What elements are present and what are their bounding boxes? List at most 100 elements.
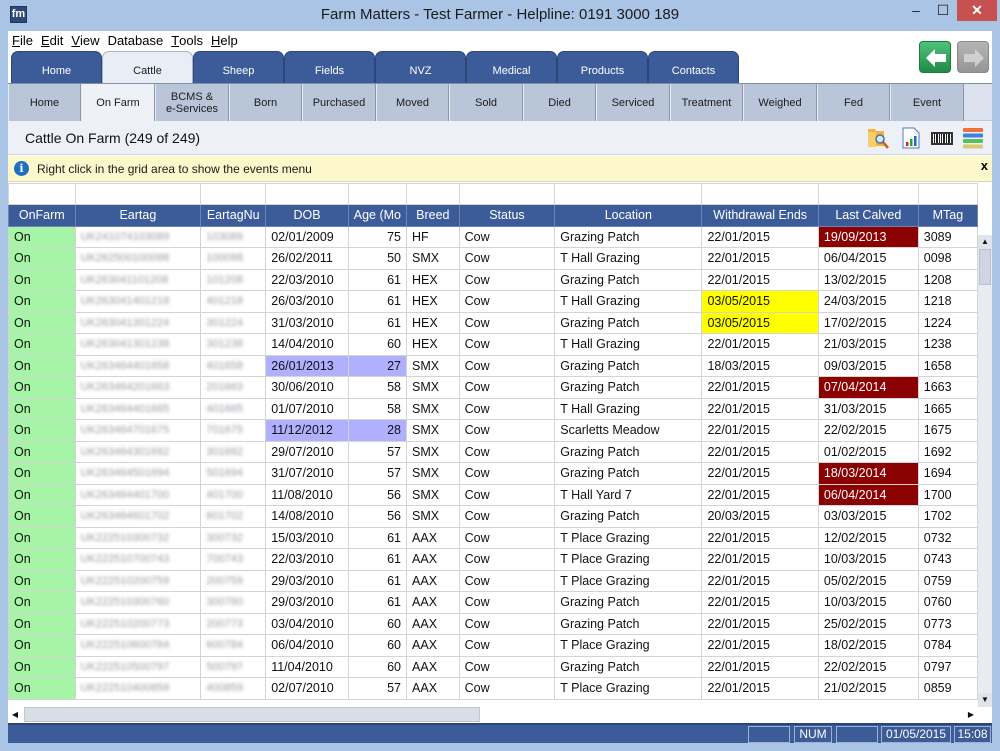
cell-calved[interactable]: 22/02/2015	[817, 419, 919, 442]
cell-eartag[interactable]: UK263464201663	[74, 376, 202, 399]
table-row[interactable]: On UK263464401700 401700 11/08/2010 56 SMX Cow…	[8, 483, 978, 506]
cell-mtag[interactable]: 1700	[917, 483, 978, 506]
table-row[interactable]: On UK263464401658 401658 26/01/2013 27 SMX Cow…	[8, 354, 978, 377]
tab-contacts[interactable]: Contacts	[648, 51, 739, 83]
cell-breed[interactable]: SMX	[406, 419, 460, 442]
cell-status[interactable]: Cow	[458, 311, 556, 334]
cell-calved[interactable]: 22/02/2015	[817, 655, 919, 678]
cell-status[interactable]: Cow	[458, 268, 556, 291]
cell-dob[interactable]: 29/03/2010	[265, 591, 349, 614]
subtab-sold[interactable]: Sold	[449, 84, 523, 121]
subtab-event[interactable]: Event	[890, 84, 964, 121]
table-row[interactable]: On UK263464701675 701675 11/12/2012 28 SMX Cow…	[8, 419, 978, 442]
cell-withdrawal[interactable]: 22/01/2015	[701, 333, 819, 356]
tab-nvz[interactable]: NVZ	[375, 51, 466, 83]
horizontal-scroll-thumb[interactable]	[24, 707, 480, 722]
subtab-weighed[interactable]: Weighed	[743, 84, 817, 121]
cell-location[interactable]: T Place Grazing	[554, 569, 703, 592]
column-header[interactable]: OnFarm	[8, 204, 76, 227]
cell-breed[interactable]: SMX	[406, 397, 460, 420]
cell-eartag[interactable]: UK263464401700	[74, 483, 202, 506]
cell-withdrawal[interactable]: 22/01/2015	[701, 376, 819, 399]
table-row[interactable]: On UK263464501694 501694 31/07/2010 57 SMX Cow…	[8, 462, 978, 485]
cell-status[interactable]: Cow	[458, 505, 556, 528]
cell-dob[interactable]: 01/07/2010	[265, 397, 349, 420]
subtab-serviced[interactable]: Serviced	[596, 84, 670, 121]
table-row[interactable]: On UK222510300732 300732 15/03/2010 61 AAX Cow…	[8, 526, 978, 549]
table-row[interactable]: On UK263464601702 601702 14/08/2010 56 SMX Cow…	[8, 505, 978, 528]
cell-mtag[interactable]: 1658	[917, 354, 978, 377]
filter-cell[interactable]	[817, 183, 919, 205]
table-row[interactable]: On UK263041301224 301224 31/03/2010 61 HEX Cow…	[8, 311, 978, 334]
table-row[interactable]: On UK263041101208 101208 22/03/2010 61 HEX Cow…	[8, 268, 978, 291]
cell-withdrawal[interactable]: 22/01/2015	[701, 440, 819, 463]
cell-eartag[interactable]: UK222510200759	[74, 569, 202, 592]
report-chart-icon[interactable]	[899, 126, 923, 150]
cell-age[interactable]: 61	[347, 548, 408, 571]
table-row[interactable]: On UK263464401665 401665 01/07/2010 58 SMX Cow…	[8, 397, 978, 420]
cell-age[interactable]: 60	[347, 612, 408, 635]
cell-onfarm[interactable]: On	[8, 634, 76, 657]
cell-status[interactable]: Cow	[458, 290, 556, 313]
cell-onfarm[interactable]: On	[8, 311, 76, 334]
cell-dob[interactable]: 22/03/2010	[265, 548, 349, 571]
cell-eartagnu[interactable]: 301238	[200, 333, 267, 356]
cell-eartag[interactable]: UK263041301224	[74, 311, 202, 334]
cell-eartagnu[interactable]: 301224	[200, 311, 267, 334]
cell-dob[interactable]: 11/04/2010	[265, 655, 349, 678]
minimize-button[interactable]: –	[903, 0, 929, 21]
cell-withdrawal[interactable]: 22/01/2015	[701, 677, 819, 700]
barcode-icon[interactable]	[930, 126, 954, 150]
cell-calved[interactable]: 06/04/2014	[817, 483, 919, 506]
search-folder-icon[interactable]	[866, 126, 890, 150]
cell-mtag[interactable]: 0784	[917, 634, 978, 657]
cell-onfarm[interactable]: On	[8, 247, 76, 270]
cell-eartagnu[interactable]: 103089	[200, 225, 267, 248]
cell-status[interactable]: Cow	[458, 376, 556, 399]
cell-eartagnu[interactable]: 301692	[200, 440, 267, 463]
cell-eartag[interactable]: UK263464401658	[74, 354, 202, 377]
cell-location[interactable]: T Place Grazing	[554, 677, 703, 700]
table-row[interactable]: On UK222510200773 200773 03/04/2010 60 AAX Cow…	[8, 612, 978, 635]
cell-breed[interactable]: SMX	[406, 440, 460, 463]
cell-eartag[interactable]: UK263464501694	[74, 462, 202, 485]
cell-location[interactable]: Grazing Patch	[554, 440, 703, 463]
cell-breed[interactable]: SMX	[406, 505, 460, 528]
cell-mtag[interactable]: 0743	[917, 548, 978, 571]
cell-breed[interactable]: SMX	[406, 247, 460, 270]
cell-breed[interactable]: SMX	[406, 483, 460, 506]
cell-age[interactable]: 61	[347, 591, 408, 614]
tab-medical[interactable]: Medical	[466, 51, 557, 83]
cell-eartag[interactable]: UK263464701675	[74, 419, 202, 442]
cell-withdrawal[interactable]: 22/01/2015	[701, 268, 819, 291]
column-header[interactable]: Status	[458, 204, 556, 227]
cell-breed[interactable]: AAX	[406, 548, 460, 571]
cell-location[interactable]: Grazing Patch	[554, 612, 703, 635]
cell-breed[interactable]: AAX	[406, 526, 460, 549]
cell-location[interactable]: T Place Grazing	[554, 634, 703, 657]
cell-calved[interactable]: 03/03/2015	[817, 505, 919, 528]
cell-withdrawal[interactable]: 22/01/2015	[701, 548, 819, 571]
cell-withdrawal[interactable]: 22/01/2015	[701, 225, 819, 248]
cell-breed[interactable]: SMX	[406, 376, 460, 399]
subtab-purchased[interactable]: Purchased	[302, 84, 376, 121]
cell-status[interactable]: Cow	[458, 225, 556, 248]
column-header[interactable]: Location	[554, 204, 703, 227]
cell-onfarm[interactable]: On	[8, 333, 76, 356]
cell-age[interactable]: 60	[347, 634, 408, 657]
cell-onfarm[interactable]: On	[8, 569, 76, 592]
cell-breed[interactable]: AAX	[406, 655, 460, 678]
cell-eartagnu[interactable]: 200773	[200, 612, 267, 635]
cell-eartag[interactable]: UK222510600784	[74, 634, 202, 657]
back-button[interactable]	[919, 41, 951, 73]
cell-age[interactable]: 57	[347, 440, 408, 463]
cell-eartag[interactable]: UK222510200773	[74, 612, 202, 635]
column-header[interactable]: EartagNu	[200, 204, 267, 227]
cell-onfarm[interactable]: On	[8, 462, 76, 485]
cell-dob[interactable]: 14/08/2010	[265, 505, 349, 528]
cell-withdrawal[interactable]: 22/01/2015	[701, 612, 819, 635]
cell-mtag[interactable]: 0098	[917, 247, 978, 270]
maximize-button[interactable]: ☐	[930, 0, 956, 21]
cell-dob[interactable]: 31/03/2010	[265, 311, 349, 334]
cell-status[interactable]: Cow	[458, 333, 556, 356]
